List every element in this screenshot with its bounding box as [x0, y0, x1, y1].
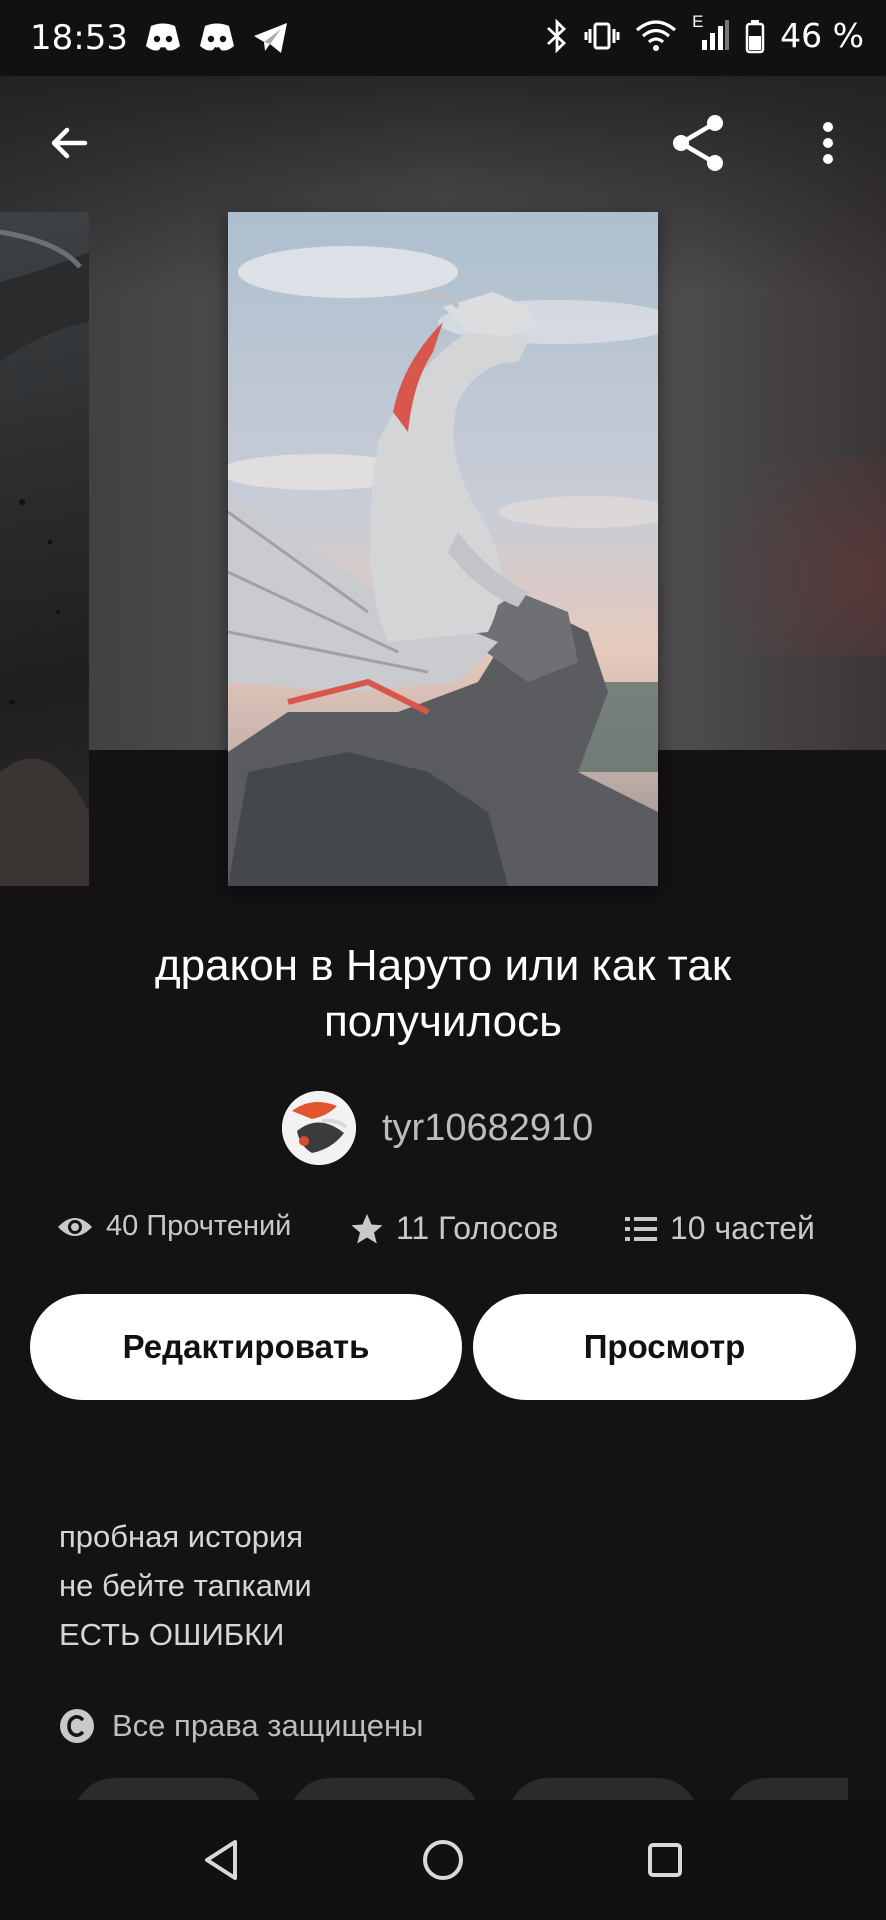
discord-icon — [200, 23, 234, 51]
cell-signal: E — [692, 12, 730, 54]
arrow-left-icon — [51, 127, 88, 159]
story-description: пробная история не бейте тапками ЕСТЬ ОШ… — [59, 1512, 312, 1659]
description-line: пробная история — [59, 1519, 304, 1554]
more-options-button[interactable] — [793, 108, 863, 178]
description-line: не бейте тапками — [59, 1568, 312, 1603]
avatar[interactable] — [282, 1091, 356, 1165]
tag-chip[interactable] — [726, 1778, 848, 1802]
author-name[interactable]: tyr10682910 — [382, 1107, 593, 1150]
preview-button[interactable]: Просмотр — [473, 1294, 856, 1400]
triangle-back-icon — [205, 1840, 237, 1880]
system-icons: E 46 % — [544, 12, 864, 55]
status-bar: 18:53 E 46 % — [0, 0, 886, 76]
description-line: ЕСТЬ ОШИБКИ — [59, 1617, 285, 1652]
list-icon — [625, 1216, 657, 1241]
share-button[interactable] — [664, 108, 734, 178]
status-time: 18:53 — [30, 18, 128, 58]
tag-list — [58, 1778, 848, 1802]
tag-chip[interactable] — [290, 1778, 480, 1802]
story-cover-image[interactable] — [228, 212, 658, 886]
discord-icon — [146, 23, 180, 51]
tag-chip[interactable] — [74, 1778, 264, 1802]
notification-icons — [143, 20, 291, 56]
battery-icon — [745, 19, 765, 53]
edit-button[interactable]: Редактировать — [30, 1294, 462, 1400]
copyright-notice: Все права защищены — [58, 1707, 423, 1745]
wifi-icon — [636, 19, 677, 51]
reads-stat: 40 Прочтений — [56, 1210, 291, 1243]
author-avatar-image — [282, 1091, 356, 1165]
square-recents-icon — [648, 1843, 682, 1877]
reads-count: 40 Прочтений — [106, 1210, 292, 1242]
dragon-cover-illustration — [228, 212, 658, 886]
star-icon — [351, 1213, 383, 1243]
bluetooth-icon — [547, 18, 567, 53]
copyright-icon — [60, 1709, 94, 1743]
votes-stat: 11 Голосов — [350, 1210, 558, 1247]
nav-recents-button[interactable] — [635, 1830, 695, 1890]
share-icon — [673, 115, 723, 171]
telegram-icon — [254, 23, 287, 53]
back-button[interactable] — [34, 108, 104, 178]
tag-chip[interactable] — [508, 1778, 698, 1802]
votes-count: 11 Голосов — [396, 1210, 559, 1246]
story-title: дракон в Наруто или как так получилось — [154, 941, 732, 1046]
nav-home-button[interactable] — [413, 1830, 473, 1890]
circle-home-icon — [423, 1840, 463, 1880]
system-navigation-bar — [0, 1800, 886, 1920]
battery-percent: 46 % — [780, 16, 864, 55]
previous-cover-image[interactable] — [0, 212, 89, 886]
copyright-text: Все права защищены — [112, 1708, 424, 1743]
author-link[interactable]: tyr10682910 — [282, 1091, 593, 1165]
dragon-silhouette-icon — [0, 229, 89, 886]
more-vertical-icon — [823, 122, 833, 164]
parts-stat[interactable]: 10 частей — [624, 1210, 815, 1247]
eye-icon — [58, 1217, 92, 1236]
signal-icon — [702, 19, 730, 50]
story-stats: 40 Прочтений 11 Голосов 10 частей — [56, 1210, 846, 1260]
nav-back-button[interactable] — [191, 1830, 251, 1890]
vibrate-icon — [584, 22, 620, 49]
parts-count[interactable]: 10 частей — [670, 1210, 815, 1247]
